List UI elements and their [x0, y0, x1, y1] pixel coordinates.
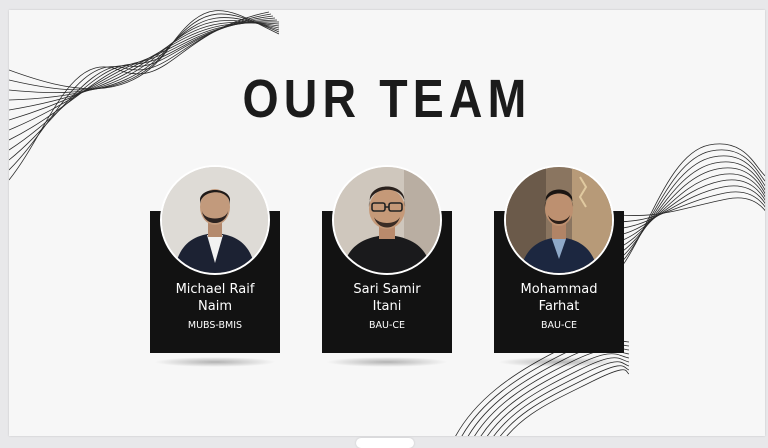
team-member-card: Michael Raif Naim MUBS-BMIS — [150, 165, 280, 367]
member-name: Mohammad Farhat — [494, 281, 624, 315]
member-photo — [504, 165, 614, 275]
person-photo-icon — [162, 167, 268, 273]
member-name-line1: Sari Samir — [353, 282, 421, 297]
card-shadow — [326, 357, 448, 367]
card-shadow — [498, 357, 620, 367]
member-affiliation: BAU-CE — [540, 320, 578, 331]
card-shadow — [154, 357, 276, 367]
member-photo — [332, 165, 442, 275]
member-affiliation: BAU-CE — [368, 320, 406, 331]
member-name-line2: Naim — [198, 299, 232, 314]
member-name-line1: Michael Raif — [175, 282, 255, 297]
member-name: Michael Raif Naim — [150, 281, 280, 315]
member-name-line2: Itani — [372, 299, 402, 314]
person-photo-icon — [506, 167, 612, 273]
person-photo-icon — [334, 167, 440, 273]
team-member-card: Sari Samir Itani BAU-CE — [322, 165, 452, 367]
slide-title: OUR TEAM — [242, 69, 532, 129]
member-name-line1: Mohammad — [520, 282, 598, 297]
team-member-card: Mohammad Farhat BAU-CE — [494, 165, 624, 367]
member-affiliation: MUBS-BMIS — [187, 320, 243, 331]
slide: OUR TEAM Michael Raif Naim MUBS-BMIS Sar… — [9, 10, 765, 436]
member-photo — [160, 165, 270, 275]
member-name-line2: Farhat — [538, 299, 580, 314]
wave-lines-decoration-bottom — [455, 340, 629, 436]
scroll-indicator[interactable] — [356, 438, 414, 448]
member-name: Sari Samir Itani — [322, 281, 452, 315]
